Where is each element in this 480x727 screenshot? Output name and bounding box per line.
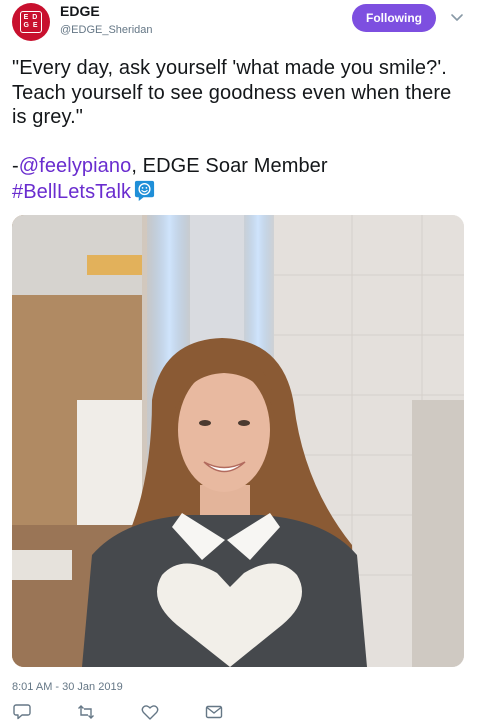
account-name[interactable]: EDGE: [60, 3, 100, 19]
tweet-timestamp[interactable]: 8:01 AM - 30 Jan 2019: [12, 681, 123, 693]
hashtag-link[interactable]: #BellLetsTalk: [12, 181, 131, 203]
account-handle[interactable]: @EDGE_Sheridan: [60, 24, 153, 36]
edge-logo: E D G E: [20, 11, 42, 33]
tweet-text: "Every day, ask yourself 'what made you …: [12, 56, 467, 204]
tweet-hashtag-line: #BellLetsTalk: [12, 179, 467, 205]
attribution-prefix: -: [12, 155, 19, 177]
following-button[interactable]: Following: [352, 4, 436, 32]
reply-icon[interactable]: [12, 702, 32, 722]
tweet-photo[interactable]: [12, 215, 464, 667]
like-icon[interactable]: [140, 702, 160, 722]
mention-link[interactable]: @feelypiano: [19, 155, 132, 177]
tweet-attribution: -@feelypiano, EDGE Soar Member: [12, 154, 467, 179]
photo-of-smiling-woman-in-heart-sweater: [12, 215, 464, 667]
tweet-actions: [12, 702, 272, 724]
message-icon[interactable]: [204, 702, 224, 722]
tweet-quote: "Every day, ask yourself 'what made you …: [12, 57, 452, 128]
chevron-down-icon[interactable]: [450, 10, 464, 24]
attribution-suffix: , EDGE Soar Member: [131, 155, 328, 177]
profile-avatar[interactable]: E D G E: [12, 3, 50, 41]
retweet-icon[interactable]: [76, 702, 96, 722]
bell-lets-talk-emoji-icon: [135, 180, 155, 201]
edge-logo-text: E D G E: [23, 14, 39, 29]
